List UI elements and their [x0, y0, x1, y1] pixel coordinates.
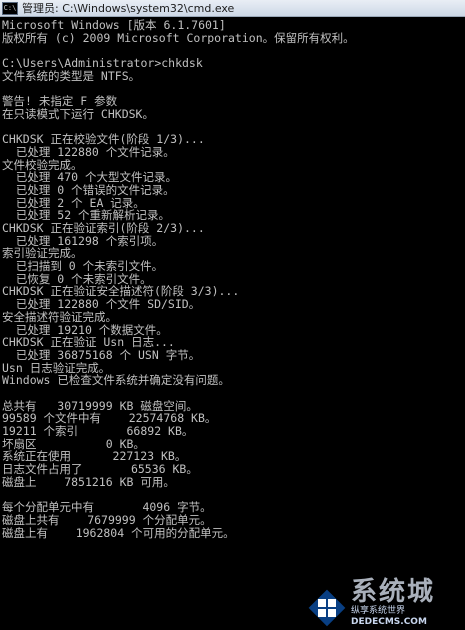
console-line: 磁盘上 7851216 KB 可用。 — [2, 475, 175, 489]
watermark-url: DEDECMS.COM — [351, 617, 427, 627]
console-line: 已处理 161298 个索引项。 — [2, 234, 164, 248]
console-line: 已恢复 0 个未索引文件。 — [2, 272, 152, 286]
console-line: 已处理 52 个重新解析记录。 — [2, 209, 171, 222]
console-line: Windows 已检查文件系统并确定没有问题。 — [2, 374, 230, 387]
console-line: 日志文件占用了 65536 KB。 — [2, 463, 198, 476]
console-line: 索引验证完成。 — [2, 247, 83, 261]
console-line: Microsoft Windows [版本 6.1.7601] — [2, 19, 226, 32]
console-line: 文件校验完成。 — [2, 158, 83, 172]
console-line: CHKDSK 正在验证 Usn 日志... — [2, 336, 175, 349]
windows-logo-icon — [307, 588, 347, 628]
console-line: CHKDSK 正在校验文件(阶段 1/3)... — [2, 133, 205, 146]
console-line: 磁盘上有 1962804 个可用的分配单元。 — [2, 526, 235, 540]
console-line: 已处理 36875168 个 USN 字节。 — [2, 348, 201, 362]
console-line: C:\Users\Administrator>chkdsk — [2, 57, 203, 70]
console-line: 19211 个索引 66892 KB。 — [2, 425, 194, 438]
title-bar[interactable]: C:\ 管理员: C:\Windows\system32\cmd.exe — [0, 0, 465, 17]
console-line: 磁盘上共有 7679999 个分配单元。 — [2, 513, 212, 527]
console-line: 文件系统的类型是 NTFS。 — [2, 69, 141, 83]
console-line: 已处理 470 个大型文件记录。 — [2, 171, 177, 184]
cmd-icon: C:\ — [2, 1, 18, 15]
console-line: 安全描述符验证完成。 — [2, 310, 117, 324]
watermark-site: 纵享系统世界 — [351, 606, 406, 616]
console-line: 坏扇区 0 KB。 — [2, 437, 145, 451]
console-line: 已处理 0 个错误的文件记录。 — [2, 183, 175, 197]
console-line: 在只读模式下运行 CHKDSK。 — [2, 107, 154, 121]
window-title: 管理员: C:\Windows\system32\cmd.exe — [22, 2, 235, 15]
console-line: 警告! 未指定 F 参数 — [2, 95, 118, 108]
console-line: 99589 个文件中有 22574768 KB。 — [2, 412, 217, 425]
watermark: 系统城 纵享系统世界 DEDECMS.COM — [307, 578, 463, 628]
console-output[interactable]: Microsoft Windows [版本 6.1.7601] 版权所有 (c) … — [2, 19, 463, 630]
watermark-brand: 系统城 — [351, 577, 436, 607]
watermark-text: 系统城 纵享系统世界 DEDECMS.COM — [351, 578, 435, 628]
console-line: CHKDSK 正在验证索引(阶段 2/3)... — [2, 222, 205, 235]
console-line: 已扫描到 0 个未索引文件。 — [2, 260, 164, 273]
console-line: Usn 日志验证完成。 — [2, 361, 111, 375]
console-line: 已处理 122880 个文件 SD/SID。 — [2, 298, 201, 311]
console-line: 已处理 2 个 EA 记录。 — [2, 196, 145, 210]
console-line: 已处理 19210 个数据文件。 — [2, 323, 168, 337]
console-line: 总共有 30719999 KB 磁盘空间。 — [2, 399, 198, 413]
console-line: 每个分配单元中有 4096 字节。 — [2, 501, 212, 514]
console-line: 已处理 122880 个文件记录。 — [2, 145, 175, 159]
console-line: 版权所有 (c) 2009 Microsoft Corporation。保留所有… — [2, 31, 355, 45]
console-line: CHKDSK 正在验证安全描述符(阶段 3/3)... — [2, 285, 240, 299]
console-line: 系统正在使用 227123 KB。 — [2, 450, 187, 464]
cmd-window: C:\ 管理员: C:\Windows\system32\cmd.exe Mic… — [0, 0, 465, 630]
